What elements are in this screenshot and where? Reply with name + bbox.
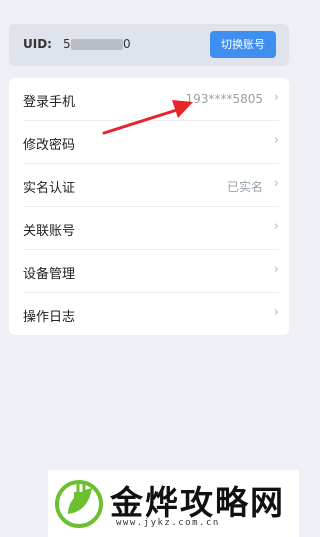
watermark-url: www.jykz.com.cn — [116, 518, 220, 528]
watermark-name: 金烨攻略网 — [110, 483, 285, 522]
watermark-logo: 金烨攻略网 www.jykz.com.cn — [48, 470, 299, 537]
annotation-arrow-icon — [102, 100, 193, 135]
leaf-plug-logo-icon — [55, 480, 103, 528]
